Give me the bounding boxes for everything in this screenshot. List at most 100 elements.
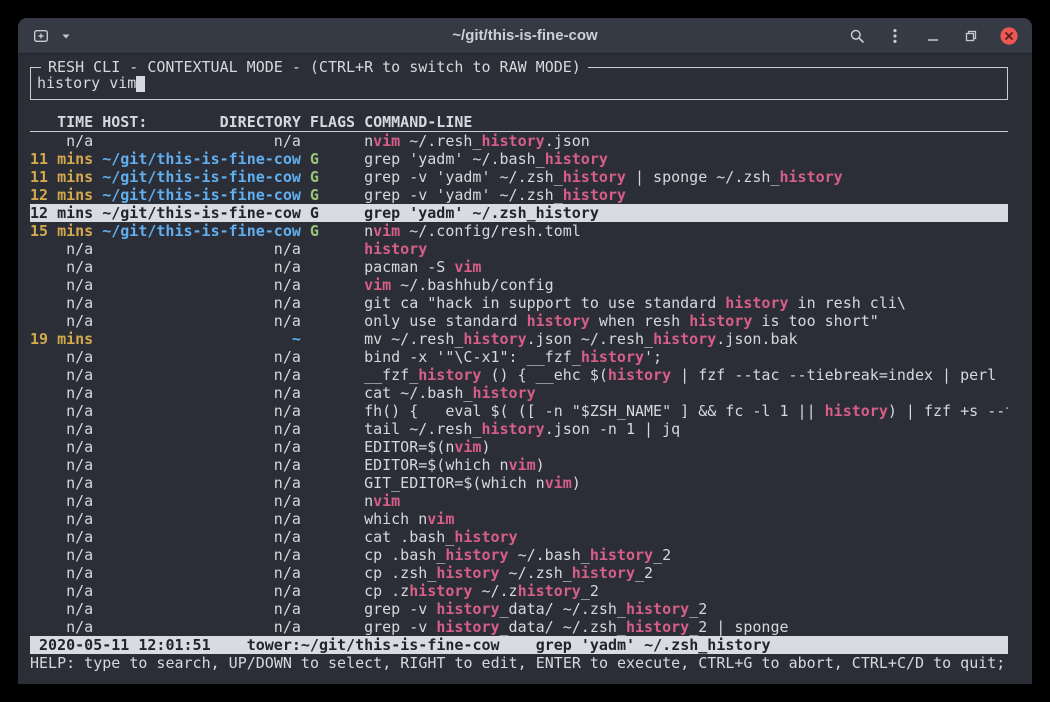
match-highlight: history bbox=[780, 168, 843, 186]
history-row[interactable]: n/a n/a bind -x '"\C-x1": __fzf_history'; bbox=[30, 348, 1008, 366]
new-tab-icon bbox=[33, 28, 49, 44]
history-row[interactable]: n/an/afh() { eval $( ([ -n "$ZSH_NAME" ]… bbox=[30, 402, 1008, 420]
row-directory: n/a bbox=[102, 366, 301, 384]
minimize-button[interactable] bbox=[920, 23, 946, 49]
row-command: nvim ~/.config/resh.toml bbox=[364, 222, 581, 240]
row-command: cp .zsh_history ~/.zsh_history_2 bbox=[364, 564, 653, 582]
match-highlight: history bbox=[518, 582, 581, 600]
terminal-window: ~/git/this-is-fine-cow RESH CLI - CONTEX… bbox=[18, 18, 1032, 684]
match-highlight: history bbox=[590, 546, 653, 564]
menu-button[interactable] bbox=[882, 23, 908, 49]
history-row[interactable]: 15 mins~/git/this-is-fine-cowGnvim ~/.co… bbox=[30, 222, 1008, 240]
search-input[interactable]: history vim bbox=[37, 74, 1001, 92]
history-row[interactable]: n/an/awhich nvim bbox=[30, 510, 1008, 528]
row-directory: n/a bbox=[102, 420, 301, 438]
history-row[interactable]: n/an/aGIT_EDITOR=$(which nvim) bbox=[30, 474, 1008, 492]
row-command: which nvim bbox=[364, 510, 454, 528]
history-row[interactable]: 11 mins~/git/this-is-fine-cowGgrep 'yadm… bbox=[30, 150, 1008, 168]
row-command: cat .bash_history bbox=[364, 528, 518, 546]
match-highlight: history bbox=[572, 564, 635, 582]
row-directory: n/a bbox=[102, 348, 301, 366]
match-highlight: history bbox=[689, 312, 752, 330]
row-command: only use standard history when resh hist… bbox=[364, 312, 879, 330]
history-row[interactable]: n/an/aEDITOR=$(nvim) bbox=[30, 438, 1008, 456]
titlebar[interactable]: ~/git/this-is-fine-cow bbox=[18, 18, 1032, 54]
history-row[interactable]: 12 mins~/git/this-is-fine-cowGgrep -v 'y… bbox=[30, 186, 1008, 204]
row-command: __fzf_history () { __ehc $(history | fzf… bbox=[364, 366, 1008, 384]
row-directory: n/a bbox=[102, 474, 301, 492]
search-icon bbox=[849, 28, 865, 44]
history-row[interactable]: n/an/acp .zhistory ~/.zhistory_2 bbox=[30, 582, 1008, 600]
header-time: TIME bbox=[30, 113, 93, 131]
row-directory: n/a bbox=[102, 510, 301, 528]
history-row[interactable]: n/an/agrep -v history_data/ ~/.zsh_histo… bbox=[30, 618, 1008, 636]
row-command: bind -x '"\C-x1": __fzf_history'; bbox=[364, 348, 662, 366]
history-row[interactable]: n/an/aEDITOR=$(which nvim) bbox=[30, 456, 1008, 474]
row-time: n/a bbox=[30, 564, 93, 582]
search-button[interactable] bbox=[844, 23, 870, 49]
match-highlight: vim bbox=[373, 132, 400, 150]
row-directory: ~/git/this-is-fine-cow bbox=[102, 222, 301, 240]
row-time: n/a bbox=[30, 366, 93, 384]
history-rows: n/an/anvim ~/.resh_history.json11 mins~/… bbox=[30, 132, 1008, 636]
history-row[interactable]: n/a n/a __fzf_history () { __ehc $(history… bbox=[30, 366, 1008, 384]
row-time: n/a bbox=[30, 348, 93, 366]
row-directory: ~/git/this-is-fine-cow bbox=[102, 150, 301, 168]
history-row[interactable]: n/an/avim ~/.bashhub/config bbox=[30, 276, 1008, 294]
history-row[interactable]: n/an/agit ca "hack in support to use sta… bbox=[30, 294, 1008, 312]
row-time: n/a bbox=[30, 438, 93, 456]
row-time: n/a bbox=[30, 618, 93, 636]
row-directory: ~/git/this-is-fine-cow bbox=[102, 204, 301, 222]
row-directory: ~/git/this-is-fine-cow bbox=[102, 168, 301, 186]
close-button[interactable] bbox=[996, 23, 1022, 49]
match-highlight: history bbox=[527, 312, 590, 330]
match-highlight: history bbox=[563, 168, 626, 186]
resh-mode-title: RESH CLI - CONTEXTUAL MODE - (CTRL+R to … bbox=[41, 58, 588, 76]
row-time: 11 mins bbox=[30, 150, 93, 168]
row-time: n/a bbox=[30, 582, 93, 600]
match-highlight: history bbox=[545, 150, 608, 168]
match-highlight: vim bbox=[373, 222, 400, 240]
history-row[interactable]: n/an/aonly use standard history when res… bbox=[30, 312, 1008, 330]
chevron-down-icon bbox=[61, 28, 71, 44]
history-row[interactable]: n/an/acp .bash_history ~/.bash_history_2 bbox=[30, 546, 1008, 564]
row-time: n/a bbox=[30, 474, 93, 492]
row-command: cp .bash_history ~/.bash_history_2 bbox=[364, 546, 671, 564]
history-row[interactable]: n/an/ahistory bbox=[30, 240, 1008, 258]
match-highlight: history bbox=[608, 366, 671, 384]
match-highlight: history bbox=[436, 600, 499, 618]
row-time: 12 mins bbox=[30, 186, 93, 204]
history-row[interactable]: n/an/atail ~/.resh_history.json -n 1 | j… bbox=[30, 420, 1008, 438]
history-row[interactable]: n/an/acat .bash_history bbox=[30, 528, 1008, 546]
history-row[interactable]: n/an/anvim ~/.resh_history.json bbox=[30, 132, 1008, 150]
row-command: grep -v history_data/ ~/.zsh_history_2 bbox=[364, 600, 707, 618]
row-time: n/a bbox=[30, 492, 93, 510]
history-row[interactable]: n/an/agrep -v history_data/ ~/.zsh_histo… bbox=[30, 600, 1008, 618]
history-row[interactable]: n/an/apacman -S vim bbox=[30, 258, 1008, 276]
match-highlight: history bbox=[409, 582, 472, 600]
history-row[interactable]: 19 mins~mv ~/.resh_history.json ~/.resh_… bbox=[30, 330, 1008, 348]
row-command: grep -v 'yadm' ~/.zsh_history | sponge ~… bbox=[364, 168, 843, 186]
row-directory: n/a bbox=[102, 528, 301, 546]
match-highlight: history bbox=[725, 294, 788, 312]
match-highlight: vim bbox=[427, 510, 454, 528]
history-row[interactable]: 11 mins~/git/this-is-fine-cowGgrep -v 'y… bbox=[30, 168, 1008, 186]
row-directory: n/a bbox=[102, 438, 301, 456]
match-highlight: vim bbox=[364, 276, 391, 294]
new-tab-dropdown-button[interactable] bbox=[58, 23, 74, 49]
match-highlight: history bbox=[481, 420, 544, 438]
minimize-icon bbox=[925, 28, 941, 44]
history-row[interactable]: n/an/acat ~/.bash_history bbox=[30, 384, 1008, 402]
new-tab-button[interactable] bbox=[28, 23, 54, 49]
match-highlight: history bbox=[626, 618, 689, 636]
status-command: grep 'yadm' ~/.zsh_history bbox=[536, 636, 771, 654]
restore-button[interactable] bbox=[958, 23, 984, 49]
history-row[interactable]: n/an/anvim bbox=[30, 492, 1008, 510]
row-command: grep 'yadm' ~/.bash_history bbox=[364, 150, 608, 168]
history-row-selected[interactable]: 12 mins~/git/this-is-fine-cowGgrep 'yadm… bbox=[30, 204, 1008, 222]
match-highlight: history bbox=[418, 366, 481, 384]
restore-icon bbox=[963, 28, 979, 44]
row-directory: ~ bbox=[102, 330, 301, 348]
row-directory: ~/git/this-is-fine-cow bbox=[102, 186, 301, 204]
history-row[interactable]: n/an/acp .zsh_history ~/.zsh_history_2 bbox=[30, 564, 1008, 582]
